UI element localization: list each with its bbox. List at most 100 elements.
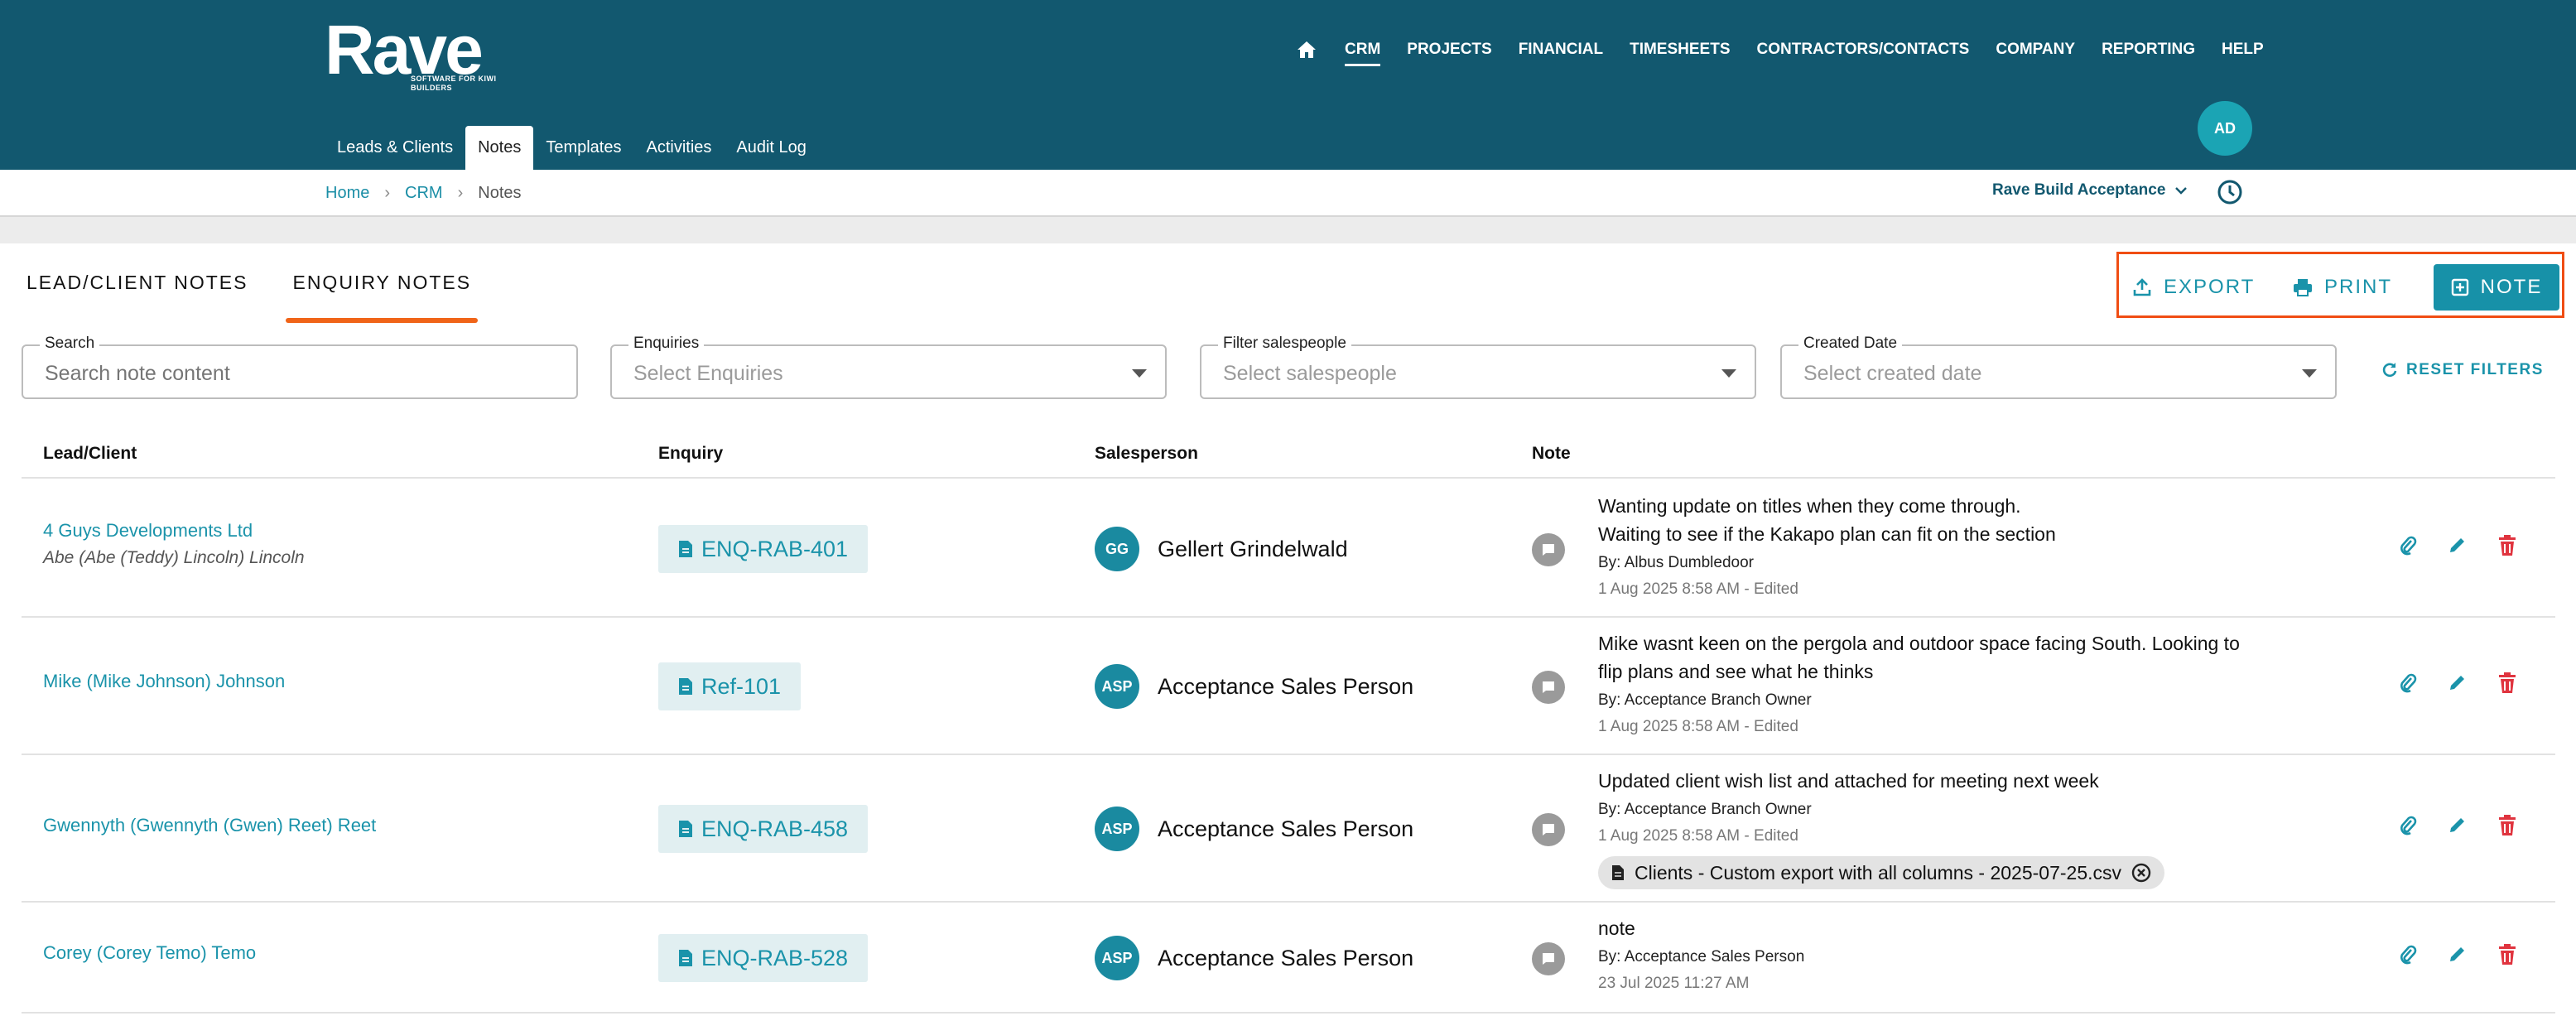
- nav-timesheets[interactable]: TIMESHEETS: [1630, 33, 1730, 66]
- client-contact: Abe (Abe (Teddy) Lincoln) Lincoln: [43, 548, 305, 567]
- branch-selector[interactable]: Rave Build Acceptance: [1992, 181, 2188, 200]
- nav-company[interactable]: COMPANY: [1996, 33, 2075, 66]
- enquiries-select[interactable]: Enquiries Select Enquiries: [610, 335, 1167, 399]
- subnav-notes[interactable]: Notes: [465, 126, 534, 170]
- subnav-audit-log[interactable]: Audit Log: [724, 126, 819, 170]
- export-button[interactable]: EXPORT: [2132, 264, 2255, 311]
- col-note[interactable]: Note: [1532, 444, 1571, 464]
- pencil-icon[interactable]: [2433, 944, 2482, 965]
- client-link[interactable]: Gwennyth (Gwennyth (Gwen) Reet) Reet: [43, 815, 376, 836]
- add-note-button[interactable]: NOTE: [2434, 264, 2559, 311]
- client-link[interactable]: Mike (Mike Johnson) Johnson: [43, 671, 285, 692]
- enquiries-placeholder: Select Enquiries: [633, 362, 783, 385]
- comment-icon: [1532, 671, 1565, 704]
- trash-icon[interactable]: [2482, 535, 2532, 556]
- export-icon: [2133, 278, 2151, 296]
- col-salesperson[interactable]: Salesperson: [1095, 444, 1198, 464]
- notes-tabs: LEAD/CLIENT NOTES ENQUIRY NOTES: [0, 243, 504, 323]
- subnav-templates[interactable]: Templates: [533, 126, 633, 170]
- note-text-line: note: [1598, 917, 1635, 939]
- document-icon: [679, 950, 692, 966]
- chevron-down-icon: [2175, 181, 2188, 200]
- col-lead-client[interactable]: Lead/Client: [43, 444, 137, 464]
- enquiry-code: ENQ-RAB-401: [701, 536, 849, 561]
- salesperson-avatar: GG: [1095, 527, 1139, 571]
- user-avatar[interactable]: AD: [2198, 101, 2252, 156]
- col-enquiry[interactable]: Enquiry: [658, 444, 723, 464]
- note-content: Updated client wish list and attached fo…: [1598, 767, 2302, 889]
- breadcrumb-crm[interactable]: CRM: [405, 184, 443, 203]
- note-date: 1 Aug 2025 8:58 AM - Edited: [1598, 827, 1798, 845]
- created-date-select[interactable]: Created Date Select created date: [1780, 335, 2337, 399]
- client-link[interactable]: Corey (Corey Temo) Temo: [43, 942, 256, 964]
- trash-icon[interactable]: [2482, 672, 2532, 694]
- pencil-icon[interactable]: [2433, 672, 2482, 694]
- salesperson-avatar: ASP: [1095, 664, 1139, 709]
- salesperson-name: Acceptance Sales Person: [1158, 816, 1414, 841]
- row-actions: [2383, 672, 2532, 694]
- salespeople-select[interactable]: Filter salespeople Select salespeople: [1200, 335, 1756, 399]
- salesperson-avatar: ASP: [1095, 807, 1139, 851]
- subnav-activities[interactable]: Activities: [633, 126, 724, 170]
- pencil-icon[interactable]: [2433, 535, 2482, 556]
- print-icon: [2294, 279, 2312, 296]
- breadcrumb-bar: Home › CRM › Notes Rave Build Acceptance: [0, 170, 2576, 217]
- top-navigation: CRM PROJECTS FINANCIAL TIMESHEETS CONTRA…: [1297, 33, 2290, 66]
- notes-card: LEAD/CLIENT NOTES ENQUIRY NOTES EXPORT P…: [0, 243, 2576, 1016]
- client-link[interactable]: 4 Guys Developments Ltd: [43, 520, 305, 542]
- paperclip-icon[interactable]: [2383, 815, 2433, 836]
- nav-reporting[interactable]: REPORTING: [2102, 33, 2195, 66]
- home-icon[interactable]: [1297, 33, 1318, 66]
- pencil-icon[interactable]: [2433, 815, 2482, 836]
- salesperson-name: Acceptance Sales Person: [1158, 674, 1414, 699]
- trash-icon[interactable]: [2482, 815, 2532, 836]
- attachment-name: Clients - Custom export with all columns…: [1635, 861, 2122, 884]
- brand-logo[interactable]: Rave SOFTWARE FOR KIWI BUILDERS: [325, 15, 496, 92]
- tab-lead-client-notes[interactable]: LEAD/CLIENT NOTES: [0, 243, 274, 316]
- document-icon: [679, 678, 692, 695]
- breadcrumb-current: Notes: [478, 184, 522, 202]
- close-circle-icon[interactable]: [2131, 863, 2151, 883]
- trash-icon[interactable]: [2482, 944, 2532, 965]
- note-author: By: Acceptance Branch Owner: [1598, 691, 1812, 709]
- nav-help[interactable]: HELP: [2222, 33, 2264, 66]
- search-label: Search: [40, 335, 100, 353]
- paperclip-icon[interactable]: [2383, 535, 2433, 556]
- clock-icon[interactable]: [2216, 178, 2244, 206]
- reset-filters-button[interactable]: RESET FILTERS: [2381, 361, 2544, 379]
- document-icon: [679, 541, 692, 557]
- note-text-line: flip plans and see what he thinks: [1598, 661, 1874, 682]
- row-actions: [2383, 535, 2532, 556]
- salesperson-avatar: ASP: [1095, 936, 1139, 980]
- paperclip-icon[interactable]: [2383, 672, 2433, 694]
- logo-tagline: SOFTWARE FOR KIWI BUILDERS: [411, 75, 497, 92]
- nav-contractors-contacts[interactable]: CONTRACTORS/CONTACTS: [1757, 33, 1970, 66]
- nav-projects[interactable]: PROJECTS: [1407, 33, 1491, 66]
- add-note-icon: [2451, 278, 2468, 296]
- note-content: Mike wasnt keen on the pergola and outdo…: [1598, 629, 2302, 740]
- salespeople-placeholder: Select salespeople: [1223, 362, 1397, 385]
- breadcrumb-home[interactable]: Home: [325, 184, 369, 203]
- paperclip-icon[interactable]: [2383, 944, 2433, 965]
- enquiry-chip[interactable]: ENQ-RAB-401: [658, 525, 869, 573]
- attachment-chip[interactable]: Clients - Custom export with all columns…: [1598, 856, 2165, 889]
- tab-enquiry-notes[interactable]: ENQUIRY NOTES: [259, 243, 504, 323]
- search-input[interactable]: [45, 362, 542, 386]
- subnav-leads-clients[interactable]: Leads & Clients: [325, 126, 465, 170]
- enquiry-chip[interactable]: ENQ-RAB-458: [658, 805, 869, 853]
- print-button[interactable]: PRINT: [2293, 264, 2392, 311]
- chevron-right-icon: ›: [384, 184, 391, 202]
- created-date-label: Created Date: [1798, 335, 1903, 353]
- enquiries-label: Enquiries: [628, 335, 705, 353]
- nav-financial[interactable]: FINANCIAL: [1519, 33, 1603, 66]
- print-label: PRINT: [2324, 276, 2392, 298]
- file-icon: [1612, 865, 1624, 880]
- table-row: Corey (Corey Temo) Temo ENQ-RAB-528 ASP …: [22, 903, 2555, 1014]
- nav-crm[interactable]: CRM: [1345, 33, 1381, 66]
- chevron-right-icon: ›: [457, 184, 464, 202]
- search-field[interactable]: Search: [22, 335, 578, 399]
- app-header: Rave SOFTWARE FOR KIWI BUILDERS CRM PROJ…: [0, 0, 2576, 170]
- enquiry-chip[interactable]: ENQ-RAB-528: [658, 934, 869, 982]
- enquiry-chip[interactable]: Ref-101: [658, 662, 802, 710]
- table-header: Lead/Client Enquiry Salesperson Note: [22, 432, 2555, 479]
